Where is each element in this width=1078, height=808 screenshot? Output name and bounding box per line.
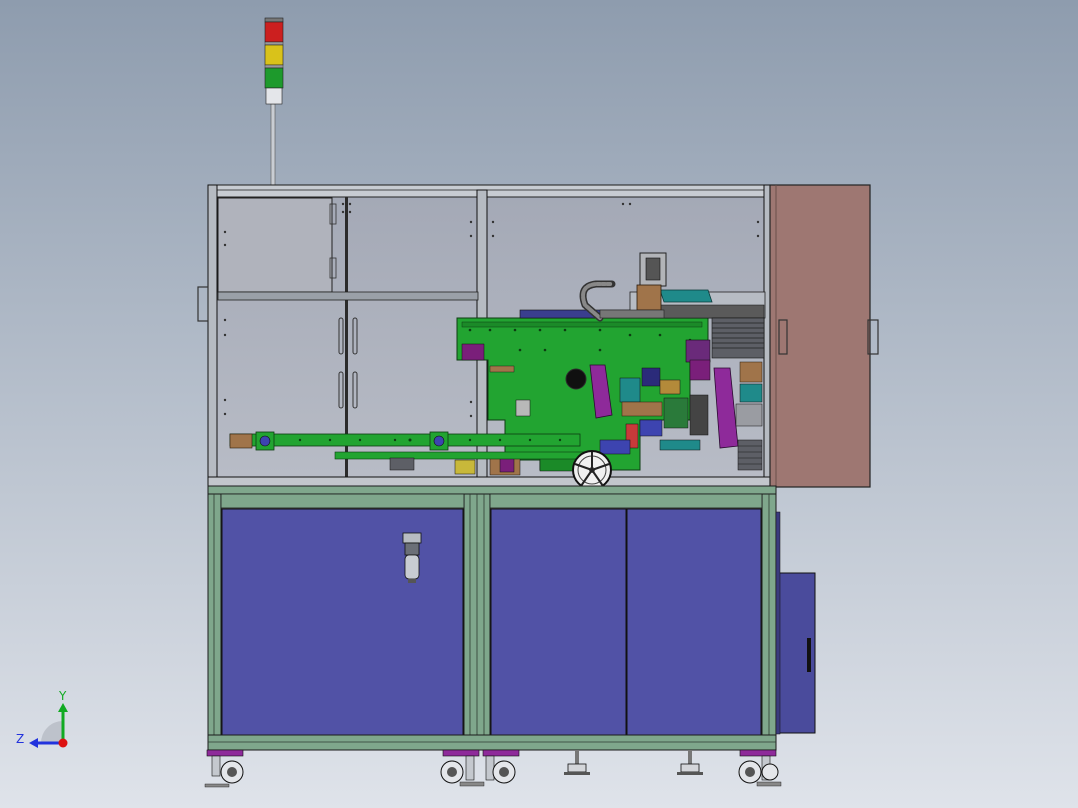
stack-light-green: [264, 67, 284, 89]
top-frame-rail: [207, 184, 771, 198]
stack-light-pole: [270, 103, 276, 187]
cabinet-door-center[interactable]: [490, 508, 627, 736]
electrical-box: [217, 197, 333, 293]
handwheel[interactable]: [572, 450, 612, 490]
lower-cabinet[interactable]: [207, 485, 816, 751]
triad-y-label: Y: [58, 689, 67, 703]
cabinet-post-left: [207, 493, 222, 751]
triad-origin: [58, 738, 68, 748]
air-filter-regulator: [402, 532, 422, 583]
caster-mid-right: [482, 749, 520, 784]
stack-light-yellow: [264, 44, 284, 66]
cabinet-bottom-rail: [207, 734, 777, 751]
stack-light-ring: [264, 41, 284, 46]
side-box-handle[interactable]: [807, 638, 811, 672]
cabinet-door-right[interactable]: [626, 508, 762, 736]
shelf-rail: [217, 291, 479, 301]
frame-post-left: [207, 184, 218, 486]
stack-light-base: [265, 87, 283, 105]
cad-assembly-viewport[interactable]: Y Z: [0, 0, 1078, 808]
roller-stack: [711, 317, 765, 359]
upper-bottom-rail: [207, 476, 774, 487]
stack-light-cap: [264, 17, 284, 23]
plate-bore: [565, 368, 587, 390]
stack-light-red: [264, 21, 284, 43]
table-top-plate: [207, 485, 777, 495]
cabinet-door-left[interactable]: [221, 508, 464, 736]
triad-z-label: Z: [16, 732, 24, 746]
side-door-panel[interactable]: [769, 184, 879, 488]
stack-light-ring: [264, 64, 284, 69]
